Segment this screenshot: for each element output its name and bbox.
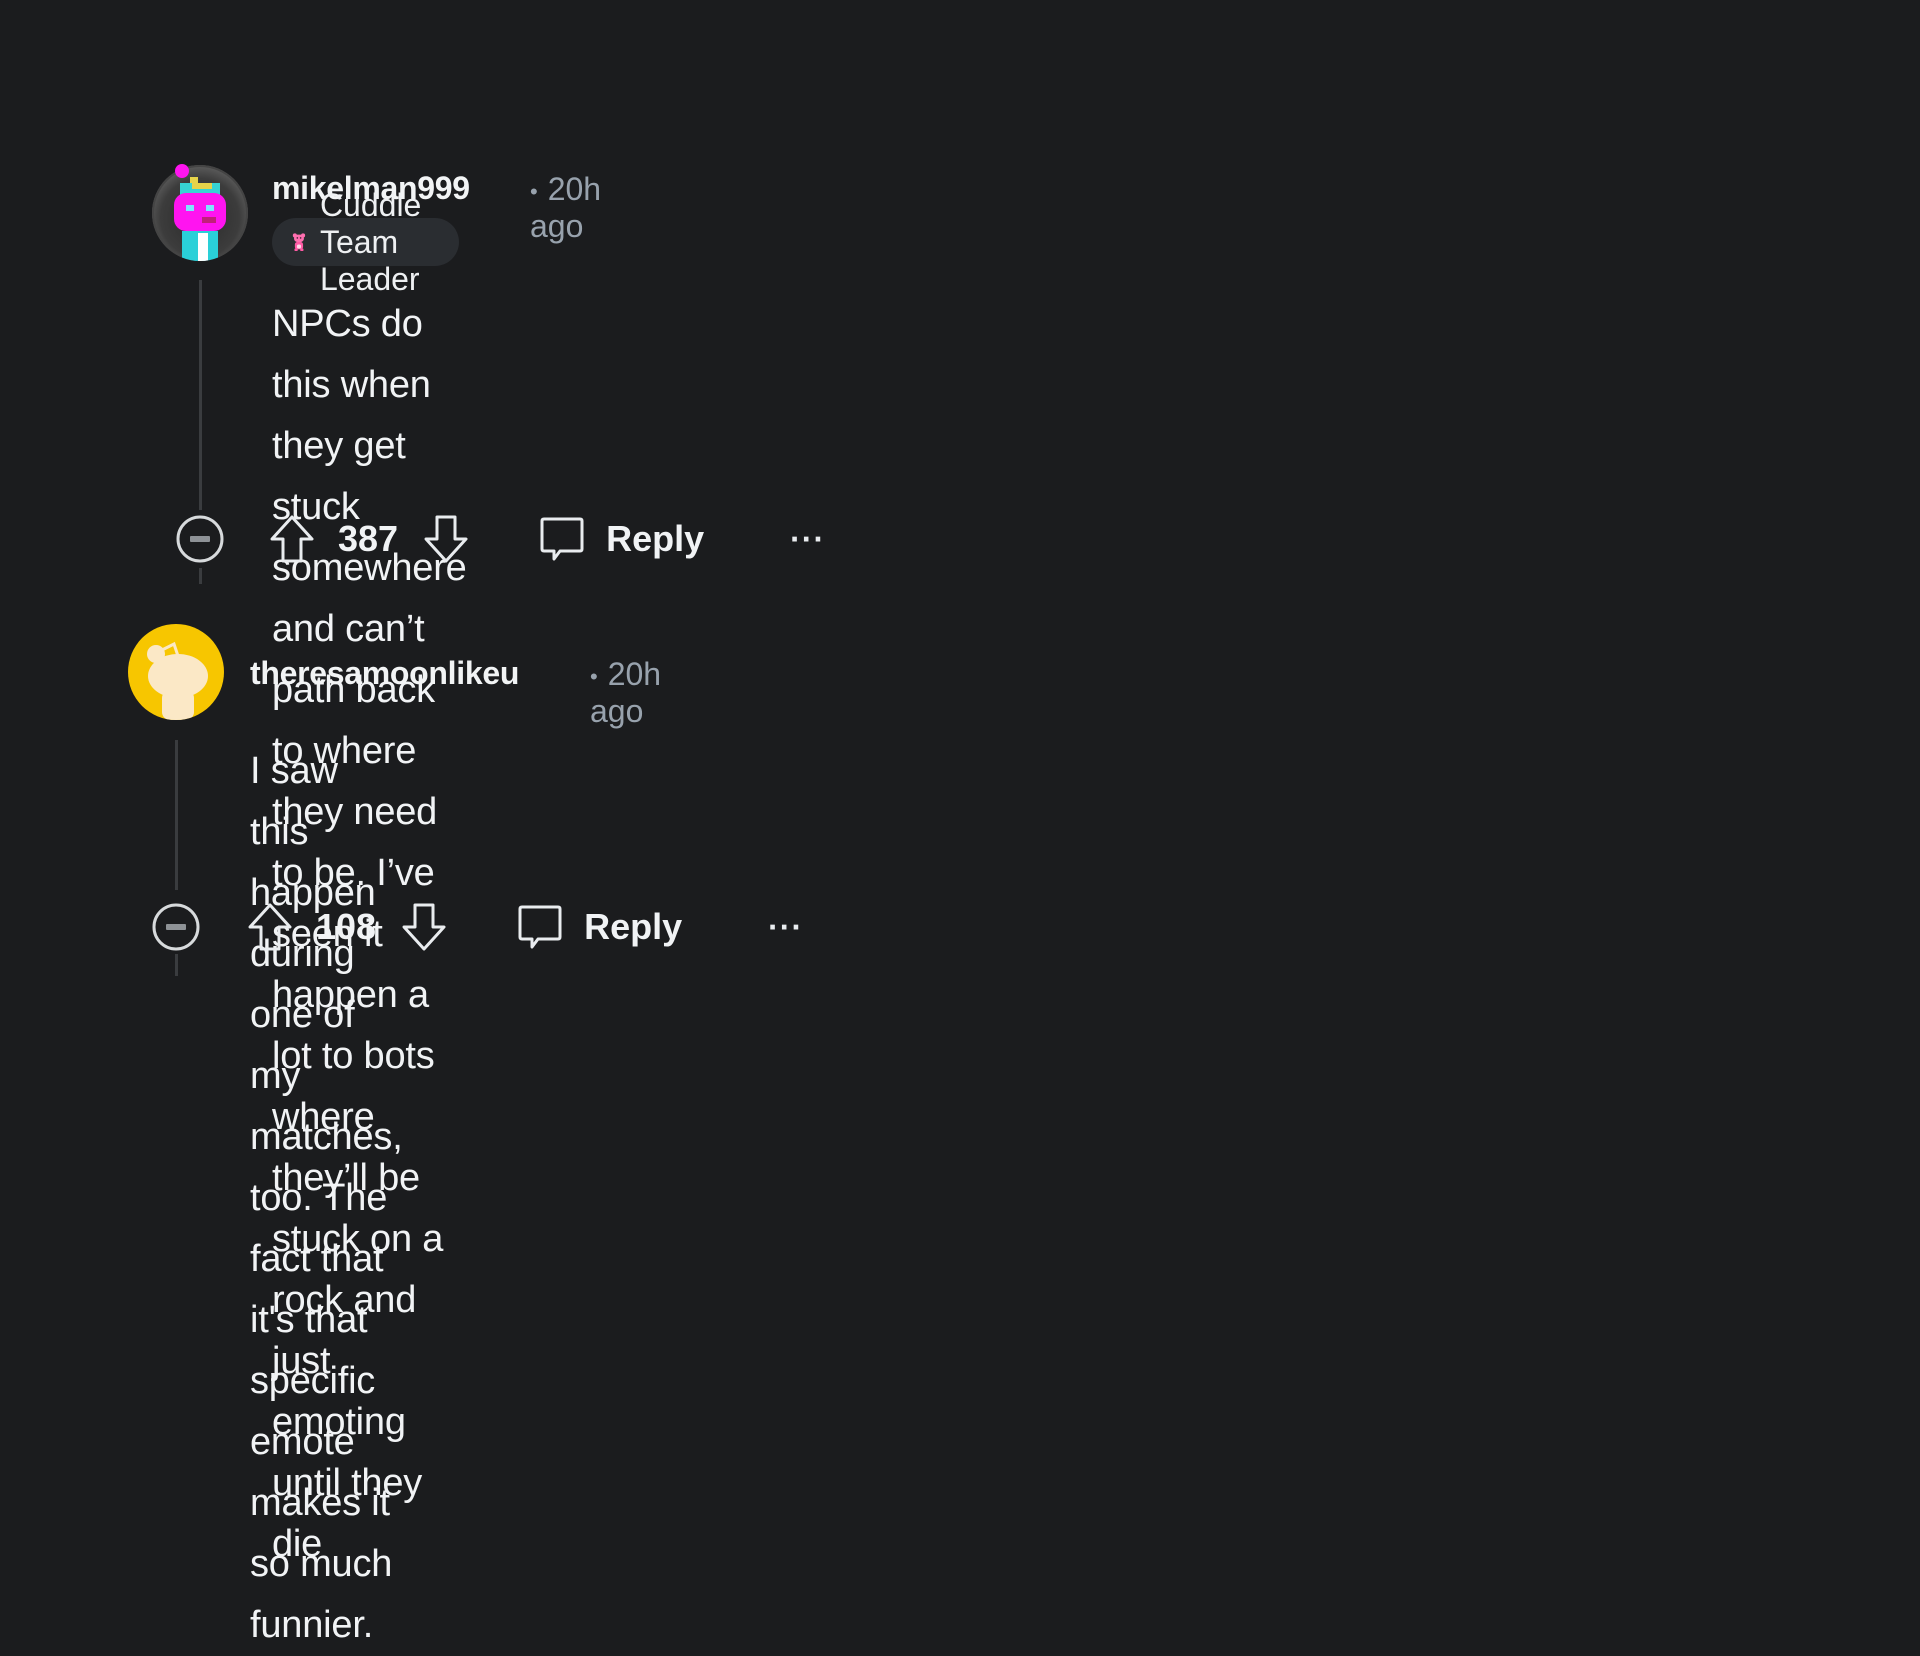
reply-label: Reply [606, 518, 705, 559]
upvote-arrow-icon [248, 903, 292, 951]
thread-line-continuation [175, 954, 178, 976]
reply-label: Reply [584, 906, 683, 947]
collapse-button[interactable] [174, 513, 226, 565]
online-status-dot [175, 164, 189, 178]
more-dots-icon: ··· [768, 908, 804, 945]
upvote-button[interactable] [246, 901, 294, 953]
snoo-avatar-icon [174, 177, 226, 261]
downvote-button[interactable] [422, 513, 470, 565]
flair-label: Cuddle Team Leader [319, 186, 422, 297]
comment-meta: • 20h ago [530, 171, 601, 245]
comment-meta: • 20h ago [590, 656, 661, 730]
comment-actions: 108 Reply ··· [150, 901, 803, 953]
avatar[interactable] [152, 165, 248, 261]
downvote-arrow-icon [402, 903, 446, 951]
vote-count: 387 [338, 518, 399, 559]
vote-count: 108 [316, 906, 377, 947]
collapse-minus-icon [176, 515, 224, 563]
collapse-button[interactable] [150, 901, 202, 953]
more-options-button[interactable]: ··· [768, 909, 803, 946]
thread-line[interactable] [199, 280, 202, 510]
separator-dot: • [590, 663, 598, 689]
username[interactable]: theresamoonlikeu [250, 655, 519, 692]
downvote-arrow-icon [424, 515, 468, 563]
more-dots-icon: ··· [790, 520, 826, 557]
user-flair: Cuddle Team Leader [272, 187, 460, 297]
reply-button[interactable]: Reply [516, 901, 682, 953]
avatar[interactable] [128, 624, 224, 720]
pink-bear-icon [292, 233, 306, 252]
downvote-button[interactable] [400, 901, 448, 953]
comment-actions: 387 Reply ··· [174, 513, 825, 565]
speech-bubble-icon [540, 517, 584, 561]
timestamp[interactable]: 20h ago [590, 656, 661, 729]
thread-line[interactable] [175, 740, 178, 890]
thread-line-continuation [199, 568, 202, 584]
snoo-avatar-icon [147, 641, 208, 720]
comment-body: I saw this happen during one of my match… [250, 750, 403, 1646]
timestamp[interactable]: 20h ago [530, 171, 601, 244]
more-options-button[interactable]: ··· [790, 521, 825, 558]
speech-bubble-icon [518, 905, 562, 949]
separator-dot: • [530, 178, 538, 204]
upvote-arrow-icon [270, 515, 314, 563]
collapse-minus-icon [152, 903, 200, 951]
reply-button[interactable]: Reply [538, 513, 704, 565]
upvote-button[interactable] [268, 513, 316, 565]
